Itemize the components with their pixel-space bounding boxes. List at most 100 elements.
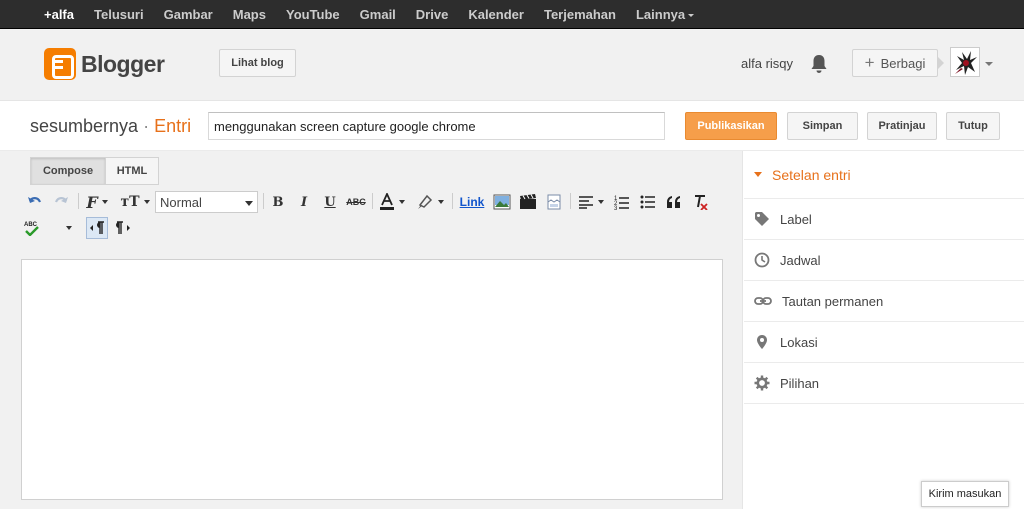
insert-image-button[interactable] xyxy=(491,191,513,213)
gbar-item-terjemahan[interactable]: Terjemahan xyxy=(534,0,626,29)
numbered-list-icon: 123 xyxy=(614,196,629,210)
link-icon xyxy=(754,297,772,305)
image-icon xyxy=(493,194,511,210)
insert-video-button[interactable] xyxy=(517,191,539,213)
blogger-logo[interactable]: Blogger xyxy=(44,48,165,80)
spell-check-button[interactable]: ABC xyxy=(24,217,80,239)
format-select[interactable]: Normal xyxy=(155,191,258,213)
gbar-item-drive[interactable]: Drive xyxy=(406,0,459,29)
link-button[interactable]: Link xyxy=(457,191,487,213)
chevron-down-icon[interactable] xyxy=(985,62,993,66)
highlighter-icon xyxy=(418,194,433,209)
avatar-image-icon xyxy=(951,48,979,76)
gear-icon xyxy=(754,375,770,391)
editor-panel: Compose HTML F тT Normal B I U ABC Link … xyxy=(0,151,743,509)
align-left-icon xyxy=(579,196,593,209)
publish-button[interactable]: Publikasikan xyxy=(685,112,777,140)
post-title-row: sesumbernya · Entri Publikasikan Simpan … xyxy=(0,101,1024,151)
numbered-list-button[interactable]: 123 xyxy=(611,191,633,213)
strikethrough-icon: ABC xyxy=(346,197,366,207)
bell-icon[interactable] xyxy=(810,54,828,74)
strikethrough-button[interactable]: ABC xyxy=(344,191,368,213)
sidebar-item-label: Tautan permanen xyxy=(782,293,884,309)
ltr-icon xyxy=(90,221,104,234)
preview-button[interactable]: Pratinjau xyxy=(867,112,937,140)
compose-area[interactable] xyxy=(21,259,723,500)
rtl-direction-button[interactable] xyxy=(112,217,134,239)
chevron-down-icon xyxy=(101,200,108,204)
sidebar-item-schedule[interactable]: Jadwal xyxy=(744,240,1024,281)
blogger-logo-text: Blogger xyxy=(81,50,165,77)
sidebar-item-label: Label xyxy=(780,211,812,227)
sidebar-item-location[interactable]: Lokasi xyxy=(744,322,1024,363)
plus-icon: + xyxy=(864,53,875,72)
post-settings-sidebar: Setelan entri Label Jadwal Tautan perman… xyxy=(744,151,1024,509)
blogger-header: Blogger Lihat blog alfa risqy + Berbagi xyxy=(0,29,1024,101)
insert-jump-break-button[interactable] xyxy=(543,191,565,213)
breadcrumb-separator: · xyxy=(143,116,150,136)
view-blog-button[interactable]: Lihat blog xyxy=(219,49,296,77)
undo-button[interactable] xyxy=(24,191,46,213)
text-color-button[interactable] xyxy=(376,191,408,213)
tab-compose[interactable]: Compose xyxy=(30,157,106,185)
chevron-down-icon xyxy=(399,200,405,204)
chevron-down-icon xyxy=(688,14,695,18)
toolbar-separator xyxy=(78,193,79,209)
clock-icon xyxy=(754,252,770,268)
google-bar: +alfa Telusuri Gambar Maps YouTube Gmail… xyxy=(0,0,1024,29)
bold-button[interactable]: B xyxy=(268,191,288,213)
gbar-item-maps[interactable]: Maps xyxy=(223,0,276,29)
underline-button[interactable]: U xyxy=(320,191,340,213)
avatar[interactable] xyxy=(950,47,980,77)
italic-icon: I xyxy=(300,194,308,210)
share-button[interactable]: + Berbagi xyxy=(852,49,938,77)
blog-name[interactable]: sesumbernya xyxy=(30,116,138,136)
post-settings-heading-label: Setelan entri xyxy=(772,166,851,183)
undo-icon xyxy=(28,197,42,203)
gbar-item-lainnya[interactable]: Lainnya xyxy=(626,0,704,29)
sidebar-item-label: Lokasi xyxy=(780,334,818,350)
remove-formatting-button[interactable] xyxy=(689,191,711,213)
italic-button[interactable]: I xyxy=(294,191,314,213)
blogger-logo-icon xyxy=(44,48,76,80)
redo-button[interactable] xyxy=(50,191,72,213)
location-pin-icon xyxy=(757,335,767,349)
close-button[interactable]: Tutup xyxy=(946,112,1000,140)
font-size-button[interactable]: тT xyxy=(118,191,152,213)
sidebar-item-labels[interactable]: Label xyxy=(744,199,1024,240)
tab-html[interactable]: HTML xyxy=(106,157,159,185)
post-title-input[interactable] xyxy=(208,112,665,140)
toolbar-separator xyxy=(452,193,453,209)
gbar-item-alfa[interactable]: +alfa xyxy=(34,0,84,29)
sidebar-item-permalink[interactable]: Tautan permanen xyxy=(744,281,1024,322)
underline-icon: U xyxy=(324,194,336,210)
text-color-icon xyxy=(380,193,394,210)
quote-icon xyxy=(667,196,680,208)
sidebar-item-options[interactable]: Pilihan xyxy=(744,363,1024,404)
gbar-item-telusuri[interactable]: Telusuri xyxy=(84,0,154,29)
send-feedback-button[interactable]: Kirim masukan xyxy=(921,481,1009,507)
chevron-down-icon xyxy=(66,226,72,230)
highlight-color-button[interactable] xyxy=(413,191,447,213)
quote-button[interactable] xyxy=(663,191,685,213)
gbar-item-youtube[interactable]: YouTube xyxy=(276,0,350,29)
sidebar-item-label: Pilihan xyxy=(780,375,820,391)
gbar-item-kalender[interactable]: Kalender xyxy=(458,0,534,29)
chevron-down-icon xyxy=(598,200,604,204)
gbar-item-gambar[interactable]: Gambar xyxy=(154,0,223,29)
redo-icon xyxy=(54,197,68,203)
rtl-icon xyxy=(116,221,130,234)
ltr-direction-button[interactable] xyxy=(86,217,108,239)
post-settings-heading[interactable]: Setelan entri xyxy=(744,151,1024,199)
chevron-down-icon xyxy=(438,200,444,204)
toolbar-separator xyxy=(372,193,373,209)
font-family-button[interactable]: F xyxy=(82,191,112,213)
font-icon: F xyxy=(86,192,98,212)
save-button[interactable]: Simpan xyxy=(787,112,858,140)
user-name[interactable]: alfa risqy xyxy=(741,56,793,71)
gbar-item-gmail[interactable]: Gmail xyxy=(350,0,406,29)
toolbar-separator xyxy=(263,193,264,209)
bulleted-list-button[interactable] xyxy=(637,191,659,213)
alignment-button[interactable] xyxy=(575,191,607,213)
video-icon xyxy=(520,194,536,209)
